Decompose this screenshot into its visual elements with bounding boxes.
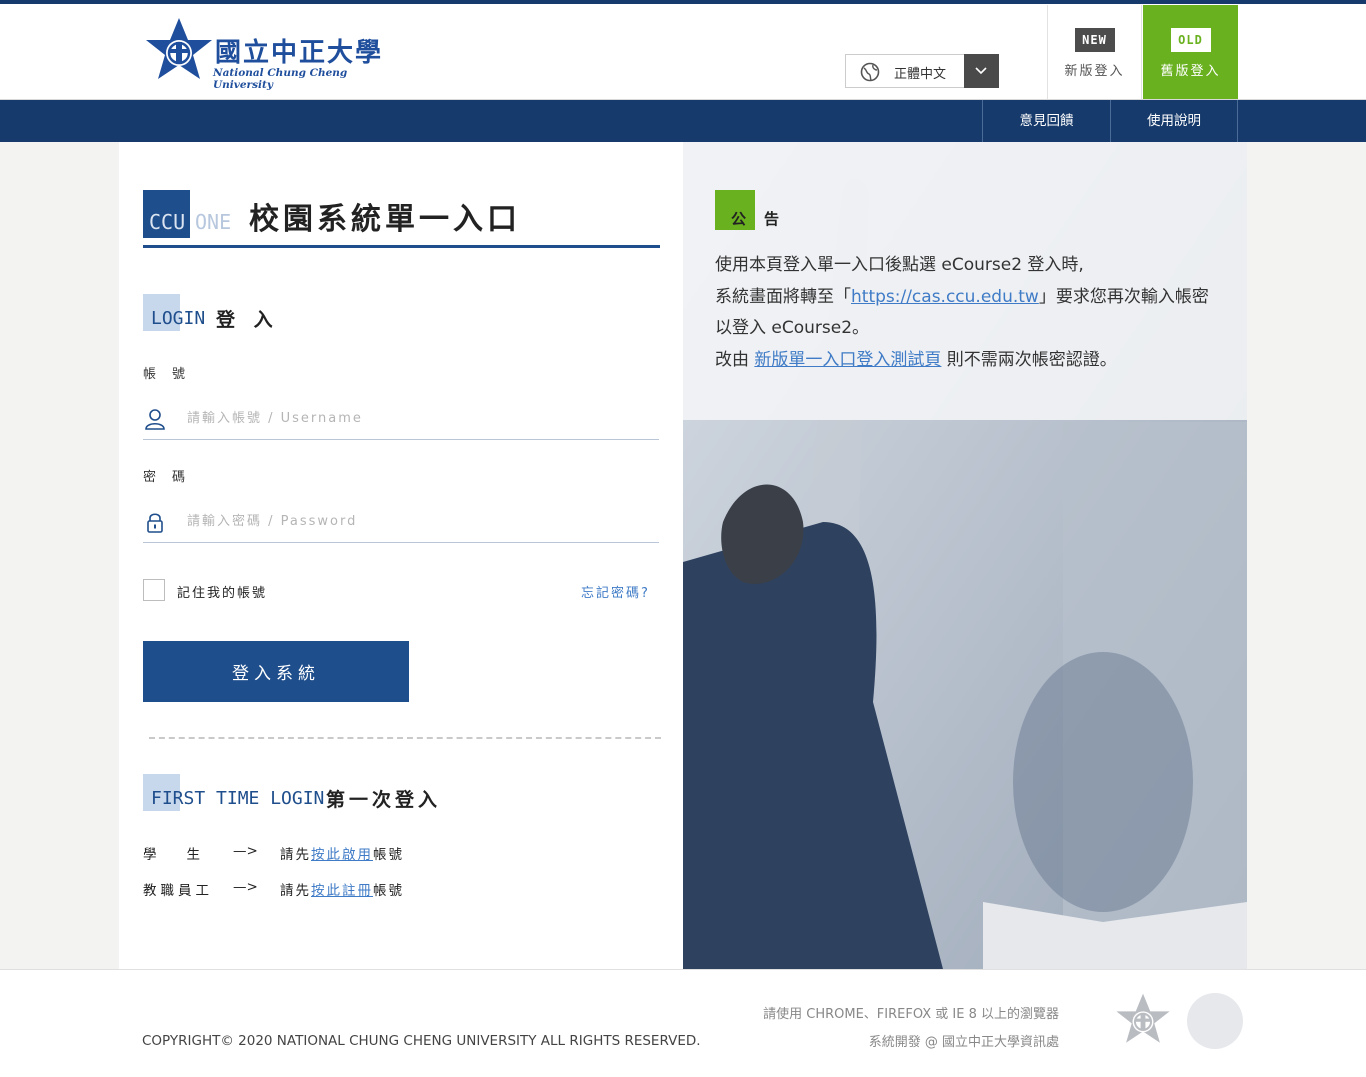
logo-english-name: National Chung Cheng University xyxy=(213,67,348,91)
login-panel: CCU ONE 校園系統單一入口 LOGIN 登 入 帳號 密碼 記住我的帳號 … xyxy=(119,142,683,969)
remember-checkbox[interactable] xyxy=(143,579,165,601)
first-time-who: 學生 xyxy=(143,847,230,863)
announcement-line-4: 改由 新版單一入口登入測試頁 則不需兩次帳密認證。 xyxy=(715,345,1225,377)
first-time-prefix: 請先 xyxy=(280,847,311,863)
new-version-label: 新版登入 xyxy=(1064,64,1125,79)
first-time-suffix: 帳號 xyxy=(373,847,404,863)
lock-icon xyxy=(147,513,163,533)
announcement-text: 」要求您再次輸入帳密 xyxy=(1038,286,1209,307)
first-time-who: 教職員工 xyxy=(143,883,213,899)
announcement-text: 則不需兩次帳密認證。 xyxy=(941,349,1117,370)
brand-ccu: CCU xyxy=(143,190,190,238)
cas-url-link[interactable]: https://cas.ccu.edu.tw xyxy=(851,287,1039,307)
ccu-emblem-icon xyxy=(146,18,212,79)
site-footer: COPYRIGHT© 2020 NATIONAL CHUNG CHENG UNI… xyxy=(0,969,1366,1077)
login-heading-zh: 登 入 xyxy=(216,309,279,331)
ccu-emblem-grey-icon xyxy=(1116,993,1170,1043)
first-time-arrow: —> xyxy=(233,879,258,895)
forgot-password-link[interactable]: 忘記密碼? xyxy=(581,582,650,601)
first-time-prefix: 請先 xyxy=(280,883,311,899)
first-time-action: 請先按此啟用帳號 xyxy=(280,843,404,863)
language-selected-value: 正體中文 xyxy=(894,67,947,82)
password-label: 密碼 xyxy=(143,470,202,485)
announcement-text: 系統畫面將轉至「 xyxy=(715,286,851,307)
announcement-title: 公告 xyxy=(731,210,798,228)
nav-feedback-link[interactable]: 意見回饋 xyxy=(982,100,1110,142)
main-nav: 意見回饋 使用說明 xyxy=(0,100,1366,142)
new-version-login-button[interactable]: NEW 新版登入 xyxy=(1047,5,1142,99)
copyright-text: COPYRIGHT© 2020 NATIONAL CHUNG CHENG UNI… xyxy=(142,1033,701,1049)
new-badge: NEW xyxy=(1074,28,1115,52)
login-button[interactable]: 登入系統 xyxy=(143,641,409,702)
developer-credit: 系統開發 @ 國立中正大學資訊處 xyxy=(868,1035,1059,1050)
page-title: CCU ONE 校園系統單一入口 xyxy=(143,190,660,248)
login-heading-en: LOGIN xyxy=(151,308,206,329)
university-logo[interactable]: 國立中正大學 National Chung Cheng University xyxy=(143,16,388,91)
nav-help-link[interactable]: 使用說明 xyxy=(1110,100,1238,142)
old-version-label: 舊版登入 xyxy=(1160,64,1221,79)
site-header: 國立中正大學 National Chung Cheng University 正… xyxy=(0,4,1366,100)
old-version-login-button[interactable]: OLD 舊版登入 xyxy=(1143,5,1238,99)
new-login-test-page-link[interactable]: 新版單一入口登入測試頁 xyxy=(754,350,941,370)
announcement-line-1: 使用本頁登入單一入口後點選 eCourse2 登入時, xyxy=(715,255,1084,275)
back-to-top-button[interactable] xyxy=(1187,993,1243,1049)
first-time-heading-zh: 第一次登入 xyxy=(326,789,442,811)
username-field xyxy=(143,396,659,440)
section-divider xyxy=(149,737,661,739)
user-icon xyxy=(145,409,165,430)
language-dropdown-button[interactable] xyxy=(964,54,999,88)
old-badge: OLD xyxy=(1170,28,1211,52)
language-select[interactable]: 正體中文 xyxy=(845,54,999,88)
remember-label: 記住我的帳號 xyxy=(177,586,268,601)
brand-one: ONE xyxy=(195,210,232,234)
password-input[interactable] xyxy=(187,507,647,535)
announcement-line-3: 以登入 eCourse2。 xyxy=(715,318,870,338)
globe-icon xyxy=(860,62,880,82)
logo-chinese-name: 國立中正大學 xyxy=(215,38,384,68)
announcement-body: 使用本頁登入單一入口後點選 eCourse2 登入時, 系統畫面將轉至「http… xyxy=(715,250,1225,376)
notice-panel: 公告 使用本頁登入單一入口後點選 eCourse2 登入時, 系統畫面將轉至「h… xyxy=(683,142,1247,969)
student-activate-link[interactable]: 按此啟用 xyxy=(311,847,373,863)
chevron-down-icon xyxy=(975,67,987,75)
announcement-text: 改由 xyxy=(715,349,755,370)
username-input[interactable] xyxy=(187,404,647,432)
staff-register-link[interactable]: 按此註冊 xyxy=(311,883,373,899)
brand-title: 校園系統單一入口 xyxy=(249,202,521,237)
password-field xyxy=(143,499,659,543)
first-time-arrow: —> xyxy=(233,843,258,859)
announcement-box: 公告 使用本頁登入單一入口後點選 eCourse2 登入時, 系統畫面將轉至「h… xyxy=(683,142,1247,420)
first-time-action: 請先按此註冊帳號 xyxy=(280,879,404,899)
username-label: 帳號 xyxy=(143,367,202,382)
announcement-line-2: 系統畫面將轉至「https://cas.ccu.edu.tw」要求您再次輸入帳密 xyxy=(715,282,1225,314)
first-time-heading-en: FIRST TIME LOGIN xyxy=(151,788,325,809)
first-time-suffix: 帳號 xyxy=(373,883,404,899)
browser-note: 請使用 CHROME、FIREFOX 或 IE 8 以上的瀏覽器 xyxy=(763,1007,1059,1022)
